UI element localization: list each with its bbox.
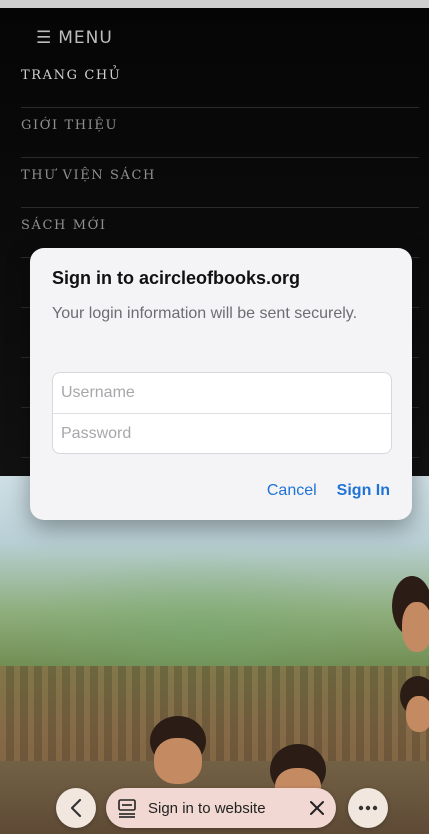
- sign-in-to-website-pill[interactable]: Sign in to website: [106, 788, 336, 828]
- photo-fence: [0, 666, 429, 761]
- hamburger-icon: ☰: [36, 28, 53, 48]
- sign-in-dialog: Sign in to acircleofbooks.org Your login…: [30, 248, 412, 520]
- dialog-actions: Cancel Sign In: [267, 482, 390, 500]
- more-button[interactable]: [348, 788, 388, 828]
- photo-child-face: [402, 602, 429, 652]
- username-input[interactable]: [53, 373, 391, 413]
- photo-child-face: [154, 738, 202, 784]
- bottom-toolbar: Sign in to website: [0, 788, 429, 834]
- more-icon: [358, 805, 378, 811]
- dialog-message: Your login information will be sent secu…: [52, 305, 358, 322]
- pill-label: Sign in to website: [148, 799, 266, 817]
- nav-item-gioi-thieu[interactable]: GIỚI THIỆU: [21, 108, 419, 158]
- menu-toggle[interactable]: ☰ MENU: [36, 28, 113, 48]
- hero-photo: [0, 476, 429, 834]
- nav-item-label: SÁCH MỚI: [21, 218, 107, 233]
- nav-item-thu-vien-sach[interactable]: THƯ VIỆN SÁCH: [21, 158, 419, 208]
- chevron-left-icon: [70, 798, 82, 818]
- credentials-fields: [52, 372, 392, 454]
- sign-in-button[interactable]: Sign In: [337, 482, 390, 500]
- nav-item-trang-chu[interactable]: TRANG CHỦ: [21, 58, 419, 108]
- cancel-button[interactable]: Cancel: [267, 482, 317, 500]
- photo-child-face: [406, 696, 429, 732]
- back-button[interactable]: [56, 788, 96, 828]
- menu-toggle-label: MENU: [58, 28, 113, 48]
- nav-item-label: THƯ VIỆN SÁCH: [21, 168, 156, 183]
- nav-item-label: GIỚI THIỆU: [21, 118, 119, 133]
- close-icon[interactable]: [308, 799, 326, 817]
- dialog-title: Sign in to acircleofbooks.org: [52, 268, 301, 288]
- password-input[interactable]: [53, 413, 391, 453]
- status-bar-strip: [0, 0, 429, 8]
- keyboard-icon: [118, 799, 136, 818]
- nav-item-label: TRANG CHỦ: [21, 68, 122, 83]
